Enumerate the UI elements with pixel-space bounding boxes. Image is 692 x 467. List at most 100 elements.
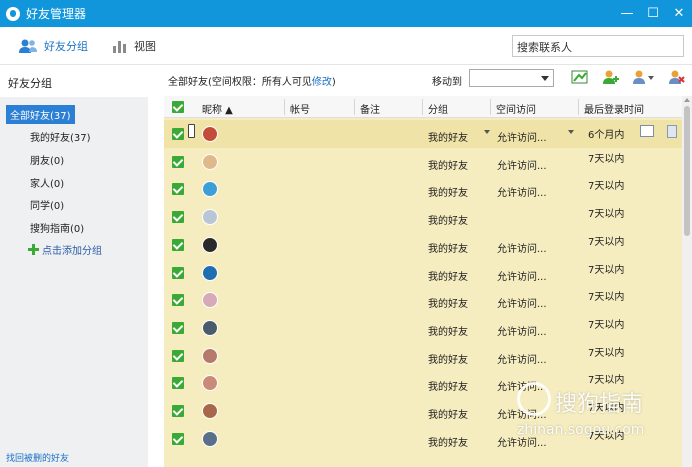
group-cell[interactable]: 我的好友 (428, 323, 468, 338)
row-checkbox[interactable] (172, 128, 184, 140)
window-controls: — ☐ ✕ (614, 0, 692, 27)
row-checkbox[interactable] (172, 211, 184, 224)
space-access-cell[interactable]: 允许访问... (497, 268, 547, 283)
recover-deleted-friends-link[interactable]: 找回被删的好友 (6, 451, 69, 464)
col-header-space-access[interactable]: 空间访问 (496, 101, 536, 116)
group-cell[interactable]: 我的好友 (428, 295, 468, 310)
avatar[interactable] (202, 403, 218, 419)
avatar[interactable] (202, 153, 218, 170)
watermark-brand: 搜狗指南 (555, 392, 644, 417)
last-login-cell: 7天以内 (588, 319, 625, 331)
group-item-sogou-guide[interactable]: 搜狗指南(0) (30, 220, 84, 235)
col-header-group[interactable]: 分组 (428, 101, 448, 116)
avatar[interactable] (202, 375, 218, 392)
group-cell[interactable]: 我的好友 (428, 240, 468, 255)
plus-icon (28, 244, 39, 255)
space-access-cell[interactable]: 允许访问... (497, 323, 547, 338)
row-checkbox[interactable] (172, 405, 184, 417)
col-header-remark[interactable]: 备注 (360, 101, 380, 116)
add-group-button[interactable]: 点击添加分组 (28, 242, 102, 257)
table-row[interactable]: 我的好友 允许访问... 7天以内 (164, 314, 682, 342)
row-checkbox[interactable] (172, 238, 184, 251)
group-cell[interactable]: 我的好友 (428, 212, 468, 227)
bar-chart-icon (113, 41, 126, 53)
table-row[interactable]: 我的好友 允许访问... 7天以内 (164, 175, 682, 203)
group-cell[interactable]: 我的好友 (428, 184, 468, 199)
avatar[interactable] (202, 236, 218, 253)
space-access-cell[interactable]: 允许访问... (497, 295, 547, 310)
group-item-all-friends[interactable]: 全部好友(37) (6, 105, 75, 124)
avatar[interactable] (202, 264, 218, 281)
table-row[interactable]: 我的好友 允许访问... 7天以内 (164, 259, 682, 287)
minimize-button[interactable]: — (614, 0, 640, 27)
group-item-friends[interactable]: 朋友(0) (30, 152, 64, 167)
group-cell[interactable]: 我的好友 (428, 434, 468, 449)
maximize-button[interactable]: ☐ (640, 0, 666, 27)
last-login-cell: 7天以内 (588, 264, 625, 276)
last-login-cell: 7天以内 (588, 209, 625, 221)
modify-permission-link[interactable]: 修改 (312, 77, 332, 88)
table-row[interactable]: 我的好友 允许访问... 7天以内 (164, 231, 682, 259)
chevron-down-icon[interactable] (484, 130, 490, 134)
view-tab[interactable]: 视图 (112, 36, 156, 56)
row-checkbox[interactable] (172, 294, 184, 307)
scroll-up-icon[interactable] (684, 98, 690, 102)
avatar[interactable] (202, 319, 218, 336)
scrollbar[interactable] (682, 96, 692, 467)
row-checkbox[interactable] (172, 183, 184, 196)
row-checkbox[interactable] (172, 377, 184, 390)
group-item-my-friends[interactable]: 我的好友(37) (30, 129, 91, 144)
group-cell[interactable]: 我的好友 (428, 406, 468, 421)
table-header: 昵称 ▲ 帐号 备注 分组 空间访问 最后登录时间 (164, 96, 682, 118)
table-row[interactable]: 我的好友 允许访问... 7天以内 (164, 148, 682, 176)
space-access-cell[interactable]: 允许访问... (497, 240, 547, 255)
col-header-account[interactable]: 帐号 (290, 101, 310, 116)
move-to-select[interactable] (469, 69, 554, 87)
row-checkbox[interactable] (172, 155, 184, 168)
scroll-thumb[interactable] (684, 106, 690, 236)
group-cell[interactable]: 我的好友 (428, 129, 468, 144)
send-message-icon[interactable] (571, 69, 589, 85)
group-cell[interactable]: 我的好友 (428, 157, 468, 172)
space-access-cell[interactable]: 允许访问... (497, 157, 547, 172)
sogou-logo-icon (517, 382, 551, 416)
avatar[interactable] (202, 292, 218, 309)
row-checkbox[interactable] (172, 432, 184, 445)
manage-friend-icon[interactable] (631, 69, 655, 85)
table-row[interactable]: 我的好友 允许访问... 6个月内 (164, 120, 682, 148)
last-login-cell: 6个月内 (588, 130, 625, 141)
space-access-cell[interactable]: 允许访问... (497, 184, 547, 199)
select-all-checkbox[interactable] (172, 101, 184, 113)
profile-card-icon[interactable] (640, 125, 654, 137)
avatar[interactable] (202, 430, 218, 447)
row-checkbox[interactable] (172, 266, 184, 279)
row-checkbox[interactable] (172, 349, 184, 362)
avatar[interactable] (202, 347, 218, 364)
table-row[interactable]: 我的好友 允许访问... 7天以内 (164, 286, 682, 314)
group-item-classmates[interactable]: 同学(0) (30, 197, 64, 212)
col-header-nickname[interactable]: 昵称 ▲ (202, 101, 233, 116)
group-cell[interactable]: 我的好友 (428, 268, 468, 283)
space-access-cell[interactable]: 允许访问... (497, 129, 547, 144)
last-login-cell: 7天以内 (588, 347, 625, 359)
title-bar: 好友管理器 — ☐ ✕ (0, 0, 692, 27)
search-input[interactable]: 搜索联系人 (512, 35, 684, 57)
chevron-down-icon[interactable] (568, 130, 574, 134)
avatar[interactable] (202, 181, 218, 198)
delete-friend-icon[interactable] (667, 69, 685, 85)
group-item-family[interactable]: 家人(0) (30, 175, 64, 190)
group-cell[interactable]: 我的好友 (428, 378, 468, 393)
friends-group-label: 好友分组 (44, 40, 88, 53)
add-friend-icon[interactable] (601, 69, 619, 85)
col-header-last-login[interactable]: 最后登录时间 (584, 101, 644, 116)
row-checkbox[interactable] (172, 321, 184, 334)
avatar[interactable] (202, 209, 218, 226)
friends-group-tab[interactable]: 好友分组 (18, 36, 88, 56)
avatar[interactable] (202, 126, 218, 142)
close-button[interactable]: ✕ (666, 0, 692, 27)
table-row[interactable]: 我的好友 7天以内 (164, 203, 682, 231)
trash-icon[interactable] (667, 125, 677, 138)
space-access-cell[interactable]: 允许访问... (497, 351, 547, 366)
table-row[interactable]: 我的好友 允许访问... 7天以内 (164, 342, 682, 370)
group-cell[interactable]: 我的好友 (428, 351, 468, 366)
